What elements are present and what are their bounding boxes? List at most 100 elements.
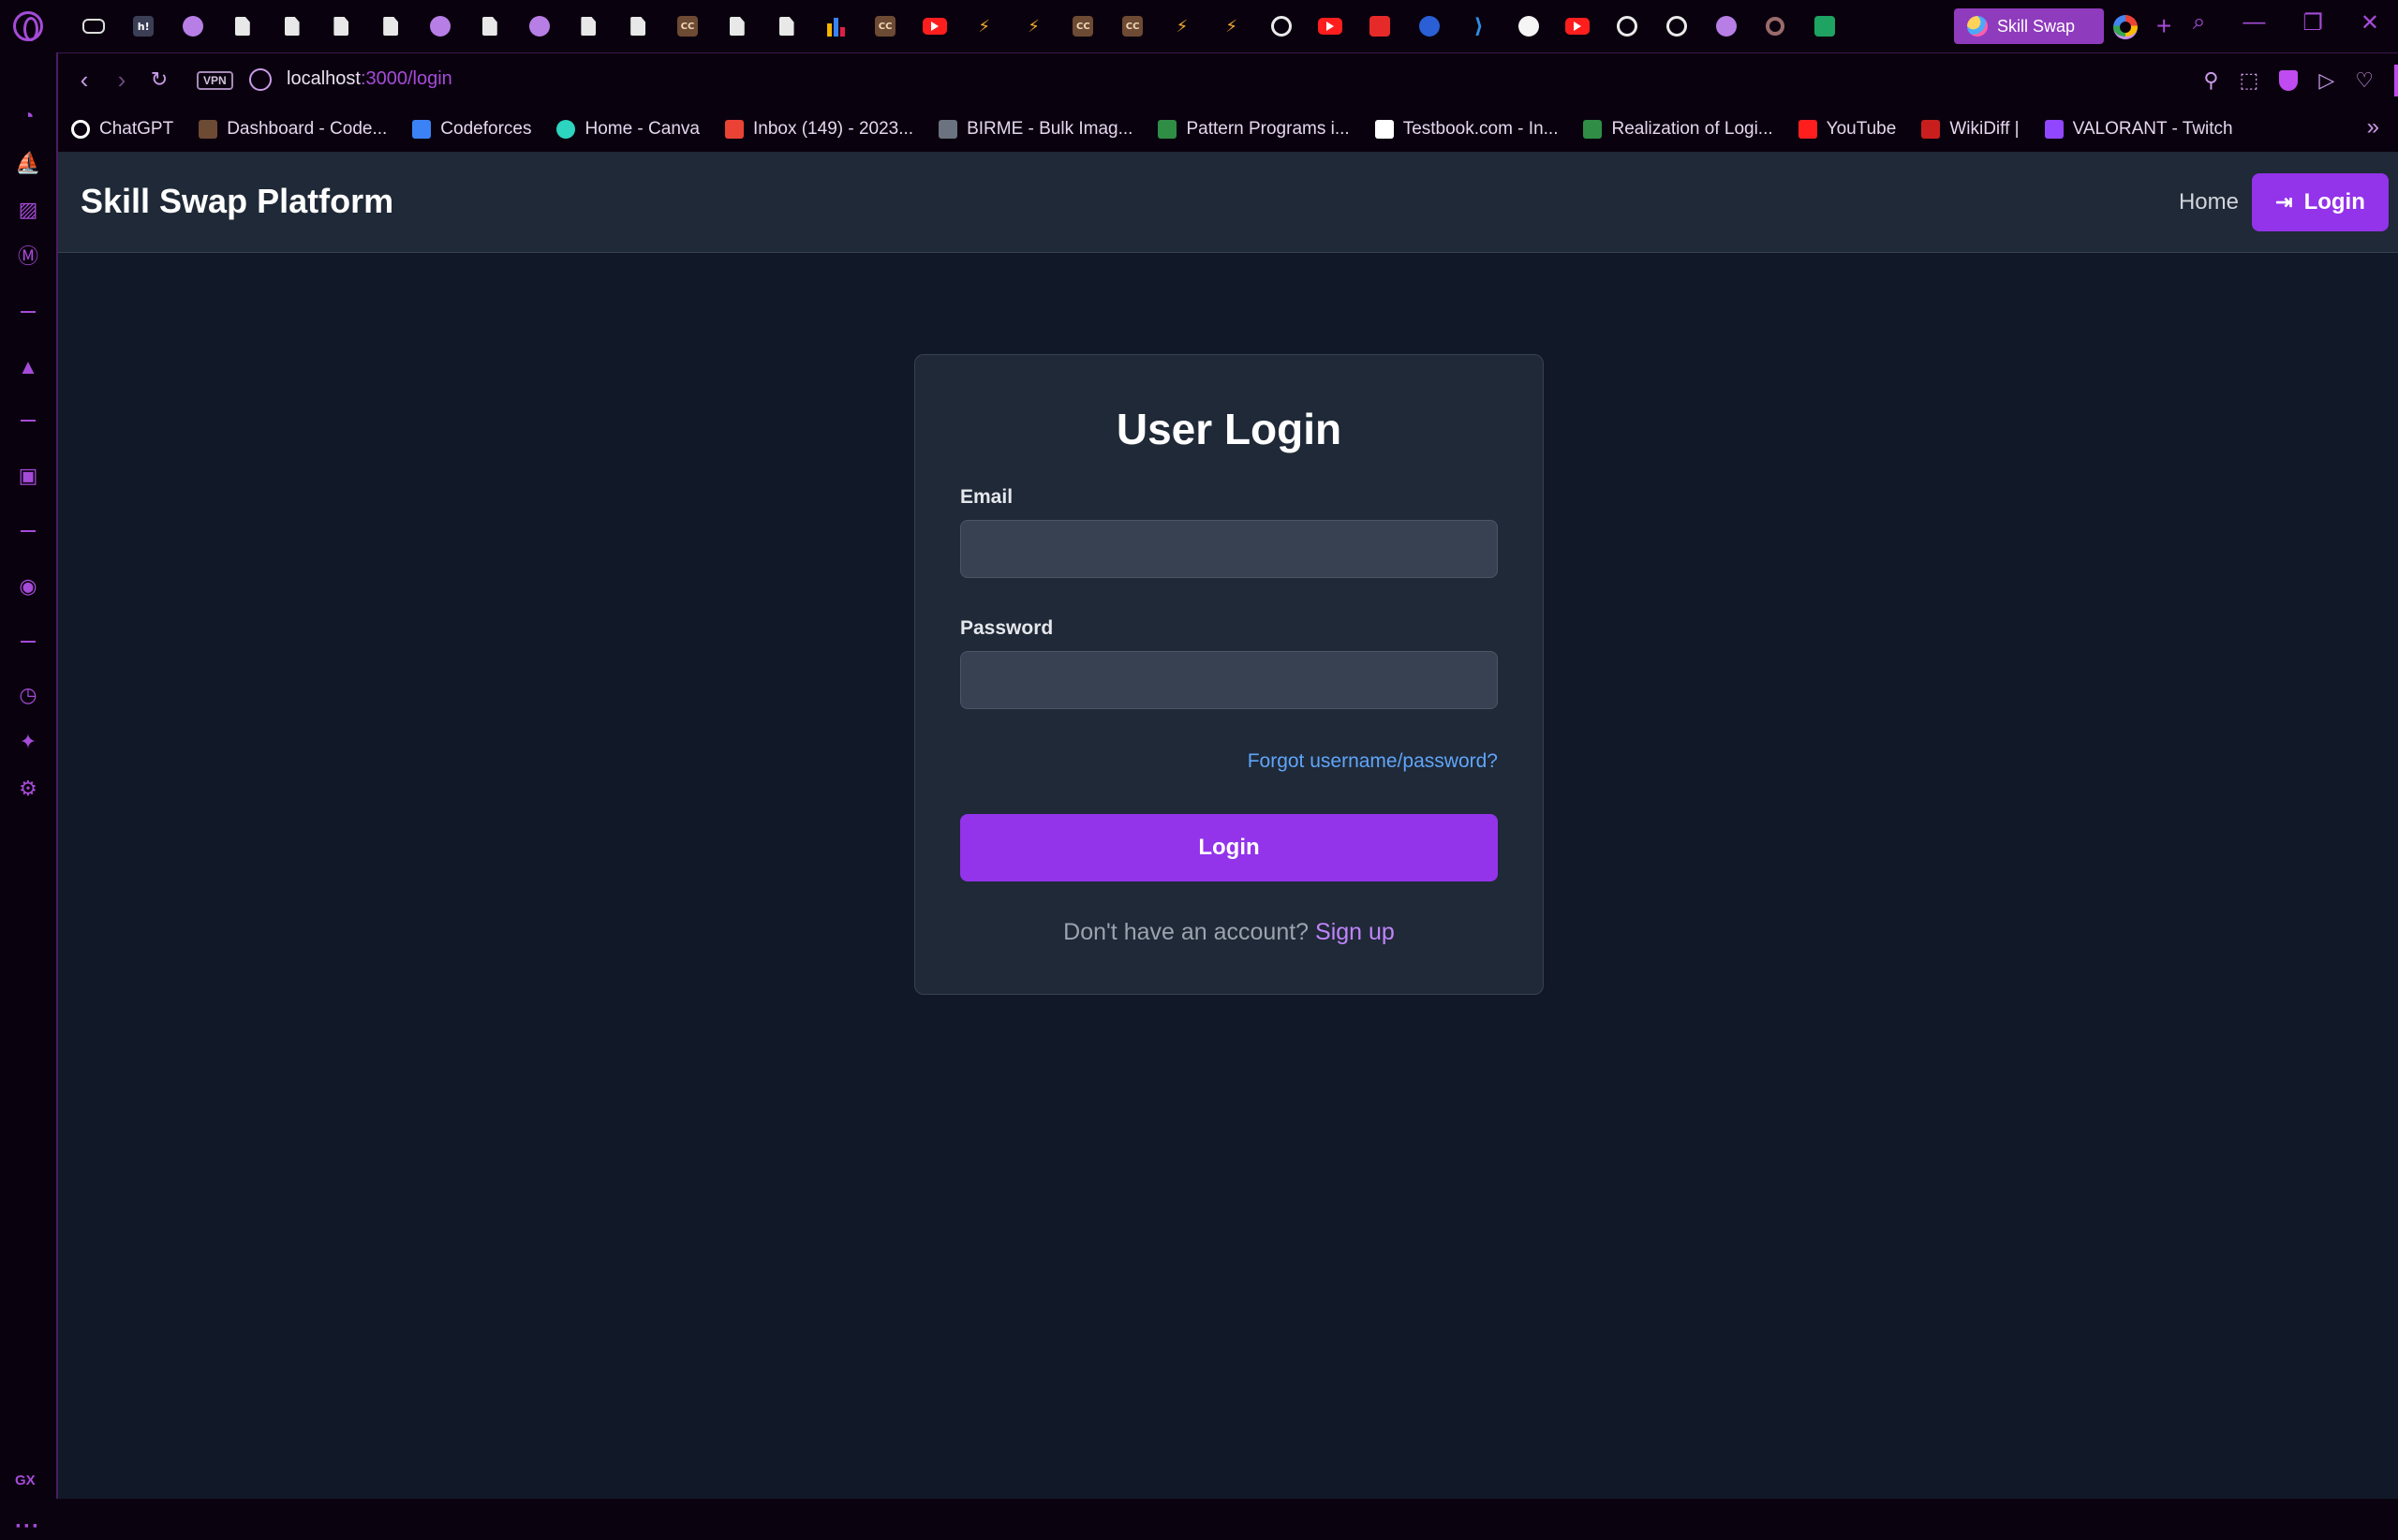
pinned-tab[interactable] <box>564 9 614 43</box>
pinned-tab[interactable] <box>1405 9 1455 43</box>
bookmark-item[interactable]: ChatGPT <box>71 119 173 140</box>
sidebar-more-icon[interactable]: ··· <box>15 1514 40 1540</box>
spotify-icon[interactable]: ◉ <box>15 573 41 600</box>
pinned-tab[interactable] <box>1503 9 1553 43</box>
pinned-tab[interactable] <box>1800 9 1850 43</box>
pin-icon[interactable]: ⚲ <box>2203 68 2218 93</box>
login-arrow-icon: ⇥ <box>2275 190 2293 214</box>
bar-chart-icon <box>412 120 432 139</box>
bookmark-item[interactable]: Dashboard - Code... <box>199 119 387 140</box>
bookmark-item[interactable]: Home - Canva <box>556 119 700 140</box>
shield-icon[interactable] <box>2279 70 2299 91</box>
maximize-button[interactable]: ❐ <box>2302 9 2323 37</box>
gx-label[interactable]: GX <box>15 1473 36 1488</box>
close-window-button[interactable]: ✕ <box>2361 9 2379 37</box>
pinned-tab[interactable] <box>1355 9 1405 43</box>
opera-menu-icon[interactable] <box>13 11 43 41</box>
pinned-tab[interactable] <box>811 9 861 43</box>
snapshot-icon[interactable]: ⬚ <box>2240 68 2259 93</box>
bookmark-label: Dashboard - Code... <box>227 119 388 139</box>
pinned-tab[interactable] <box>267 9 317 43</box>
bookmark-item[interactable]: Realization of Logi... <box>1583 119 1773 140</box>
login-submit-button[interactable]: Login <box>960 814 1498 881</box>
email-field[interactable] <box>960 520 1498 578</box>
globe-icon <box>182 16 203 37</box>
pinned-tab[interactable]: ⚡ <box>1158 9 1207 43</box>
pinned-tab[interactable]: CC <box>1108 9 1158 43</box>
pinned-tab[interactable] <box>217 9 267 43</box>
extensions-icon[interactable]: ✦ <box>15 729 41 755</box>
pinned-tab[interactable]: ⚡ <box>1009 9 1058 43</box>
gx-corner-icon[interactable]: ⛵ <box>15 150 41 176</box>
pinned-tab[interactable] <box>416 9 466 43</box>
twitch-icon[interactable]: ▣ <box>15 463 41 489</box>
tab-skill-swap[interactable]: Skill Swap <box>1954 8 2104 44</box>
bookmark-item[interactable]: VALORANT - Twitch <box>2044 119 2233 140</box>
pinned-tab[interactable]: ⚡ <box>959 9 1009 43</box>
send-icon[interactable]: ▷ <box>2318 68 2334 93</box>
signup-link[interactable]: Sign up <box>1315 919 1395 945</box>
sidebar-toggle-icon[interactable] <box>2394 65 2398 96</box>
pinned-tab[interactable] <box>1652 9 1702 43</box>
heart-icon[interactable]: ♡ <box>2355 68 2374 93</box>
pinned-tab[interactable] <box>169 9 218 43</box>
pinned-tab[interactable] <box>1553 9 1603 43</box>
pinned-tab[interactable]: CC <box>1058 9 1108 43</box>
bookmark-item[interactable]: Codeforces <box>412 119 531 140</box>
history-clock-icon[interactable]: ◷ <box>15 682 41 708</box>
bookmark-item[interactable]: WikiDiff | <box>1921 119 2020 140</box>
pinned-tab[interactable] <box>712 9 762 43</box>
pinned-tab[interactable] <box>1603 9 1652 43</box>
url-field[interactable]: localhost:3000/login <box>287 68 452 90</box>
wikidiff-icon <box>1921 120 1941 139</box>
password-field[interactable] <box>960 651 1498 709</box>
ring-icon <box>1766 17 1785 36</box>
new-tab-plus-icon[interactable]: + <box>2156 11 2171 41</box>
site-info-globe-icon[interactable] <box>249 68 272 91</box>
pinned-tab[interactable] <box>465 9 514 43</box>
gx-control-icon[interactable]: ◔ <box>15 103 41 129</box>
pinned-tab[interactable]: CC <box>861 9 910 43</box>
back-button[interactable]: ‹ <box>69 65 99 95</box>
pinned-tab[interactable] <box>317 9 366 43</box>
pinned-tab[interactable] <box>910 9 960 43</box>
bookmark-item[interactable]: Pattern Programs i... <box>1158 119 1350 140</box>
pinned-tab[interactable] <box>1701 9 1751 43</box>
bookmark-item[interactable]: Inbox (149) - 2023... <box>724 119 913 140</box>
forgot-password-link[interactable]: Forgot username/password? <box>1248 750 1498 773</box>
nav-login-button[interactable]: ⇥ Login <box>2252 173 2389 231</box>
bookmarks-overflow-icon[interactable]: » <box>2367 114 2379 141</box>
bookmark-item[interactable]: BIRME - Bulk Imag... <box>939 119 1132 140</box>
pinned-tab[interactable]: ⚡ <box>1206 9 1256 43</box>
pinned-tab[interactable]: CC <box>663 9 713 43</box>
pinned-tab[interactable] <box>1751 9 1800 43</box>
pinned-tab[interactable] <box>614 9 663 43</box>
pinned-tab[interactable]: h! <box>119 9 169 43</box>
pinned-tab[interactable] <box>762 9 811 43</box>
minimize-button[interactable]: — <box>2243 9 2265 37</box>
bookmark-item[interactable]: YouTube <box>1798 119 1896 140</box>
login-title: User Login <box>1116 405 1342 453</box>
cleaner-icon[interactable]: ▨ <box>15 197 41 223</box>
pinned-tab[interactable] <box>366 9 416 43</box>
pinned-tab[interactable] <box>69 9 119 43</box>
bar-chart-icon <box>825 16 846 37</box>
reload-button[interactable]: ↻ <box>144 65 174 95</box>
arc-icon[interactable]: ▲ <box>15 354 41 380</box>
pinned-tab[interactable] <box>514 9 564 43</box>
brand-title[interactable]: Skill Swap Platform <box>81 182 393 221</box>
pinned-tab[interactable] <box>1306 9 1355 43</box>
pinned-tab[interactable] <box>1256 9 1306 43</box>
pinned-tab[interactable]: ⟩ <box>1454 9 1503 43</box>
tab-google[interactable] <box>2113 15 2138 39</box>
mail-m-icon[interactable]: Ⓜ <box>15 244 41 270</box>
bookmark-item[interactable]: Testbook.com - In... <box>1374 119 1558 140</box>
vpn-badge[interactable]: VPN <box>197 71 233 90</box>
doc-icon <box>581 17 597 36</box>
nav-home-link[interactable]: Home <box>2179 189 2239 215</box>
sidebar-divider <box>21 641 36 643</box>
nav-login-label: Login <box>2303 189 2365 215</box>
search-tabs-icon[interactable]: ⌕ <box>2193 9 2205 37</box>
settings-gear-icon[interactable]: ⚙ <box>15 776 41 802</box>
forward-button[interactable]: › <box>107 65 137 95</box>
